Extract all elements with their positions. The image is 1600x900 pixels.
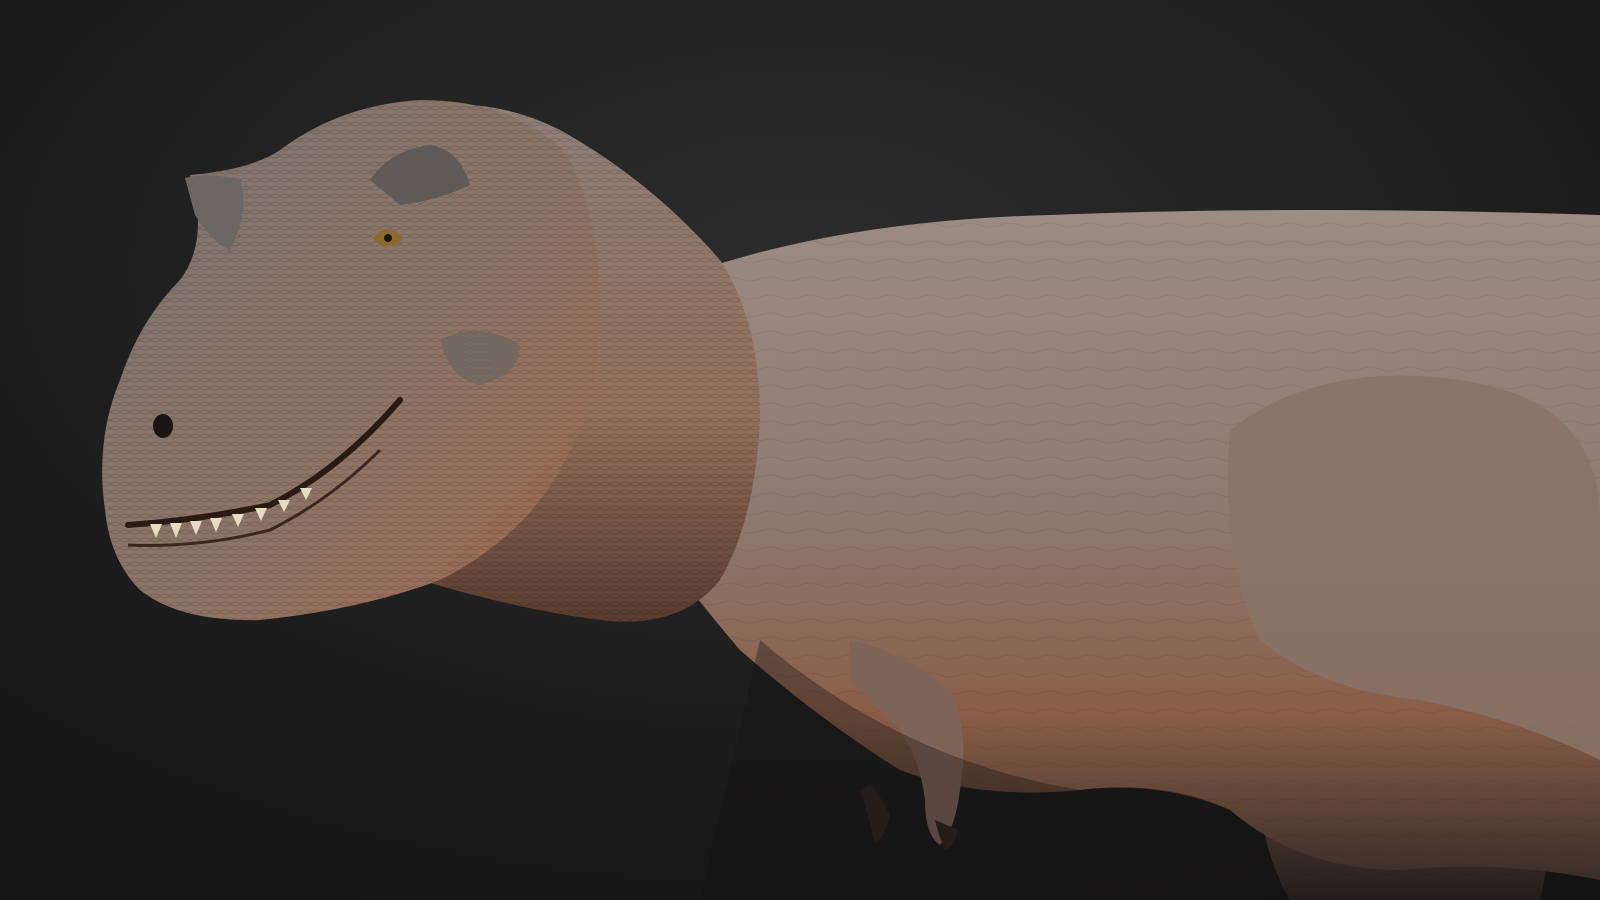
- photo-canvas: [0, 0, 1600, 900]
- nostril: [153, 414, 173, 438]
- pupil: [384, 234, 392, 242]
- trex-render-image: [0, 0, 1600, 900]
